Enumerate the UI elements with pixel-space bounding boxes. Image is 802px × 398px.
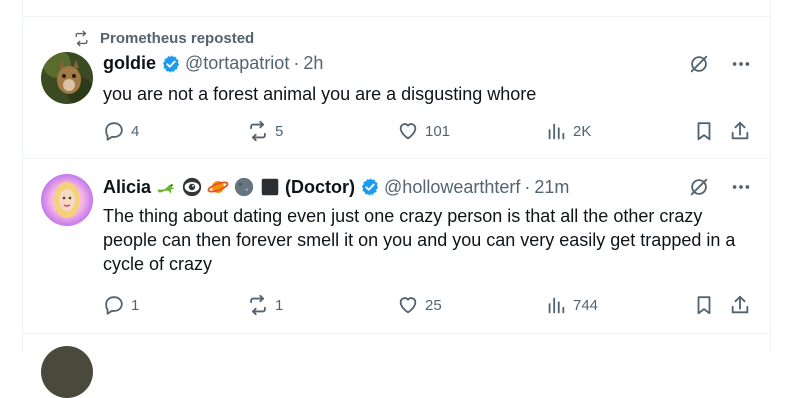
- tweet-actions: 4 5 101 2K: [103, 120, 752, 144]
- reply-button[interactable]: 1: [103, 294, 139, 316]
- tweet-header: goldie @tortapatriot · 2h: [103, 53, 323, 74]
- separator: ·: [524, 176, 531, 197]
- view-count: 2K: [573, 122, 592, 140]
- tweet-text: you are not a forest animal you are a di…: [103, 84, 537, 104]
- views-button[interactable]: 2K: [545, 120, 591, 142]
- lizard-emoji-icon: [157, 184, 175, 194]
- tweet-top-actions: [688, 53, 752, 75]
- repost-icon: [75, 30, 88, 46]
- analytics-icon: [548, 123, 565, 140]
- tweet-text: The thing about dating even just one cra…: [103, 206, 736, 274]
- separator: ·: [293, 53, 300, 73]
- bookmark-button[interactable]: [693, 294, 715, 316]
- avatar-image: [41, 174, 93, 226]
- share-icon: [731, 121, 749, 140]
- view-count: 744: [573, 296, 599, 314]
- repost-count: 1: [275, 296, 284, 314]
- verified-badge-icon[interactable]: [360, 177, 380, 197]
- more-options-icon[interactable]: [730, 53, 752, 75]
- divider: [23, 158, 770, 159]
- repost-button[interactable]: 1: [247, 294, 283, 316]
- divider: [23, 333, 770, 334]
- repost-icon: [250, 294, 266, 316]
- heart-icon: [399, 297, 417, 314]
- analytics-icon: [548, 297, 565, 314]
- handle[interactable]: @hollowearthterf: [384, 177, 520, 198]
- tweet-top-actions: [688, 176, 752, 198]
- timestamp[interactable]: 2h: [303, 53, 323, 74]
- reply-icon: [105, 296, 123, 315]
- moon-emoji-icon: [234, 177, 254, 197]
- repost-icon: [250, 120, 266, 142]
- reply-count: 1: [131, 296, 140, 314]
- reply-button[interactable]: 4: [103, 120, 139, 142]
- share-button[interactable]: [729, 120, 751, 142]
- like-button[interactable]: 101: [397, 120, 450, 142]
- bookmark-button[interactable]: [693, 120, 715, 142]
- like-count: 25: [425, 296, 442, 314]
- timeline: Prometheus reposted goldie @tortapatriot…: [22, 0, 771, 398]
- like-button[interactable]: 25: [397, 294, 442, 316]
- next-avatar-peek: [41, 346, 93, 398]
- repost-context-label: Prometheus reposted: [100, 29, 255, 47]
- repost-button[interactable]: 5: [247, 120, 283, 142]
- repost-count: 5: [275, 122, 284, 140]
- tweet-header: Alicia (Doctor) @hollowearthterf · 21m: [103, 176, 569, 198]
- black-square-emoji-icon: [261, 178, 279, 196]
- display-name[interactable]: goldie: [103, 53, 156, 74]
- verified-badge-icon[interactable]: [161, 54, 181, 74]
- views-button[interactable]: 744: [545, 294, 598, 316]
- repost-context[interactable]: Prometheus reposted: [73, 28, 254, 48]
- grok-icon[interactable]: [688, 176, 710, 198]
- grok-icon[interactable]: [688, 53, 710, 75]
- reply-icon: [105, 122, 123, 141]
- handle[interactable]: @tortapatriot: [185, 53, 289, 74]
- eye-emoji-icon: [182, 177, 202, 197]
- avatar[interactable]: [41, 174, 93, 226]
- more-options-icon[interactable]: [730, 176, 752, 198]
- share-button[interactable]: [729, 294, 751, 316]
- display-name[interactable]: Alicia: [103, 177, 151, 198]
- share-icon: [731, 295, 749, 314]
- avatar[interactable]: [41, 52, 93, 104]
- planet-emoji-icon: [207, 181, 229, 193]
- reply-count: 4: [131, 122, 140, 140]
- divider: [23, 16, 770, 17]
- like-count: 101: [425, 122, 451, 140]
- display-name-suffix[interactable]: (Doctor): [285, 177, 355, 198]
- tweet-actions: 1 1 25 744: [103, 294, 752, 318]
- timestamp[interactable]: 21m: [534, 177, 569, 198]
- heart-icon: [399, 123, 417, 140]
- avatar-image: [41, 52, 93, 104]
- bookmark-icon: [697, 296, 711, 315]
- bookmark-icon: [697, 122, 711, 141]
